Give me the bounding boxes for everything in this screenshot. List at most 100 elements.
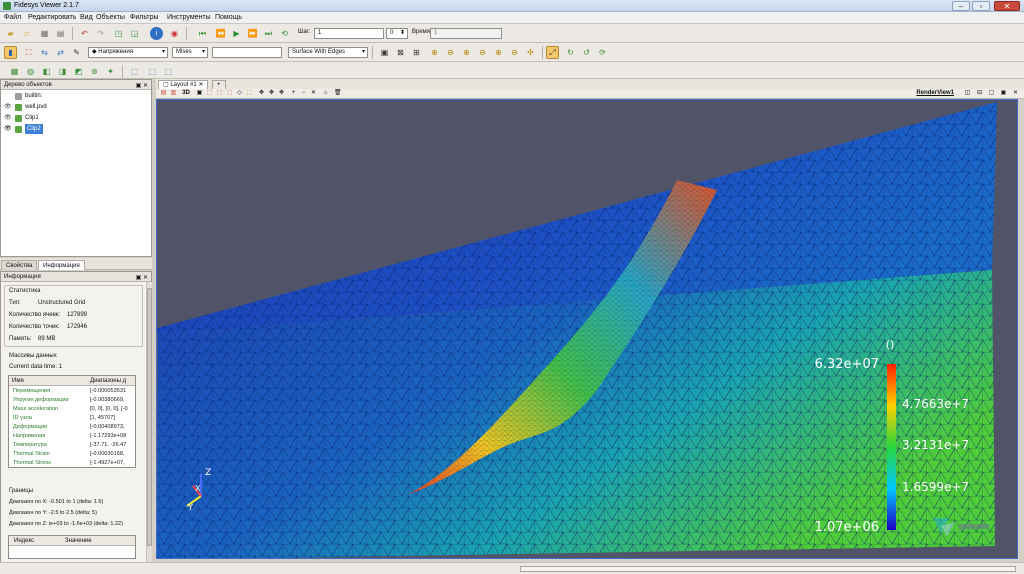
table-row[interactable]: Температура [-37.71, -26.47 — [9, 441, 129, 450]
view-plus-y-icon[interactable]: ⊕ — [460, 46, 473, 59]
hover-points-icon[interactable]: ✥ — [268, 90, 275, 97]
color-legend-icon[interactable]: ▮ — [4, 46, 17, 59]
zoom-data-icon[interactable]: ⊠ — [394, 46, 407, 59]
filter-input[interactable] — [212, 47, 282, 58]
menu-filters[interactable]: Фильтры — [130, 14, 159, 21]
camera-undo-icon[interactable]: ◳ — [112, 27, 125, 40]
eye-icon[interactable]: 👁 — [4, 102, 12, 112]
menu-help[interactable]: Помощь — [215, 14, 242, 21]
time-field[interactable]: 1 — [430, 28, 502, 39]
step-spinbox[interactable]: 0 ⬍ — [386, 28, 408, 39]
menu-view[interactable]: Вид — [80, 14, 93, 21]
save-state-icon[interactable]: ▦ — [38, 27, 51, 40]
table-row[interactable]: Деформации [-0.00408973, — [9, 423, 129, 432]
info-icon[interactable]: i — [150, 27, 163, 40]
view-close-icon[interactable]: ✕ — [1012, 90, 1019, 97]
reset-camera-icon[interactable]: ▣ — [378, 46, 391, 59]
view-plus-x-icon[interactable]: ⊕ — [428, 46, 441, 59]
view-plus-z-icon[interactable]: ⊕ — [492, 46, 505, 59]
tree-item-clip1[interactable]: 👁 Clip1 — [1, 113, 151, 123]
delete-view-icon[interactable]: 🗑 — [334, 90, 342, 97]
select-polygon-icon[interactable]: ◇ — [236, 90, 243, 97]
add-layout-tab-button[interactable]: + — [212, 80, 226, 89]
rescale-range-icon[interactable]: ⛶ — [22, 46, 35, 59]
representation-select[interactable]: Surface With Edges ▾ — [288, 47, 368, 58]
rotate-reset-icon[interactable]: ⟳ — [596, 46, 609, 59]
redo-icon[interactable]: ↷ — [94, 27, 107, 40]
view-minus-z-icon[interactable]: ⊖ — [508, 46, 521, 59]
hover-cells-icon[interactable]: ✥ — [278, 90, 285, 97]
last-frame-icon[interactable]: ⏭ — [262, 27, 275, 40]
view-split-h-icon[interactable]: ◫ — [964, 90, 971, 97]
next-frame-icon[interactable]: ⏩ — [246, 27, 259, 40]
view-restore-icon[interactable]: ▣ — [1000, 90, 1007, 97]
tree-item-builtin[interactable]: builtin: — [1, 91, 151, 101]
tree-item-clip2[interactable]: 👁 Clip2 — [1, 124, 151, 134]
rotate-90-ccw-icon[interactable]: ↺ — [580, 46, 593, 59]
3d-icon[interactable]: ◉ — [168, 27, 181, 40]
select-through-icon[interactable]: ⬚ — [216, 90, 223, 97]
view-minus-y-icon[interactable]: ⊖ — [476, 46, 489, 59]
view-maximize-icon[interactable]: ▢ — [988, 90, 995, 97]
pane-float-close-icon[interactable]: ▣ ✕ — [136, 81, 148, 91]
shrink-selection-icon[interactable]: − — [300, 90, 307, 97]
table-row[interactable]: Mass acceleration [0, 0], [0, 0], [-0 — [9, 405, 129, 414]
tab-information[interactable]: Информация — [38, 260, 85, 270]
extract-subset-icon[interactable]: ⊛ — [88, 65, 101, 78]
tree-item-well-pvd[interactable]: 👁 well.pvd — [1, 102, 151, 112]
column-value-header[interactable]: Значение — [65, 536, 92, 546]
maximize-button[interactable]: ▫ — [972, 1, 990, 11]
3d-toggle-button[interactable]: 3D — [180, 90, 192, 97]
table-row[interactable]: ID узла [1, 45707] — [9, 414, 129, 423]
select-cells-icon[interactable]: ⬚ — [128, 65, 141, 78]
clip-icon[interactable]: ◧ — [40, 65, 53, 78]
menu-objects[interactable]: Объекты — [96, 14, 125, 21]
open-recent-icon[interactable]: ▱ — [20, 27, 33, 40]
interaction-mode-icon[interactable]: ⤢ — [546, 46, 559, 59]
minimize-button[interactable]: – — [952, 1, 970, 11]
scrollbar-thumb[interactable] — [147, 288, 152, 546]
select-points-surface-icon[interactable]: ⬚ — [226, 90, 233, 97]
toggle-lock-icon[interactable]: ⌂ — [322, 90, 329, 97]
view-minus-x-icon[interactable]: ⊖ — [444, 46, 457, 59]
interactive-select-icon[interactable]: ✥ — [258, 90, 265, 97]
select-block-icon[interactable]: ⬚ — [162, 65, 175, 78]
play-icon[interactable]: ▶ — [230, 27, 243, 40]
rotate-90-cw-icon[interactable]: ↻ — [564, 46, 577, 59]
grow-selection-icon[interactable]: + — [290, 90, 297, 97]
capture-icon[interactable]: ▣ — [196, 90, 203, 97]
first-frame-icon[interactable]: ⏮ — [196, 27, 209, 40]
component-select[interactable]: Mises ▾ — [172, 47, 208, 58]
table-row[interactable]: Перемещения [-0.000053531 — [9, 387, 129, 396]
contour-icon[interactable]: ◍ — [24, 65, 37, 78]
menu-edit[interactable]: Редактировать — [28, 14, 76, 21]
undo-icon[interactable]: ↶ — [78, 27, 91, 40]
select-block-view-icon[interactable]: ⬚ — [246, 90, 253, 97]
view-isometric-icon[interactable]: ✣ — [524, 46, 537, 59]
colormap-editor-icon[interactable]: ✎ — [70, 46, 83, 59]
render-view[interactable]: () 6.32e+07 4.7663e+7 3.2131e+7 1.6599e+… — [156, 99, 1018, 559]
close-button[interactable]: ✕ — [994, 1, 1020, 11]
clear-selection-icon[interactable]: ✕ — [310, 90, 317, 97]
select-surface-icon[interactable]: ⬚ — [206, 90, 213, 97]
threshold-icon[interactable]: ◩ — [72, 65, 85, 78]
custom-range-icon[interactable]: ⇆ — [38, 46, 51, 59]
table-row[interactable]: Thermal Stress [-1.4927e+07, — [9, 459, 129, 468]
select-points-icon[interactable]: ⬚ — [146, 65, 159, 78]
tab-properties[interactable]: Свойства — [1, 260, 38, 270]
data-arrays-table[interactable]: Имя Диапазоны д Перемещения [-0.000053531… — [8, 375, 136, 468]
loop-icon[interactable]: ⟲ — [278, 27, 291, 40]
camera-redo-icon[interactable]: ◲ — [128, 27, 141, 40]
load-state-icon[interactable]: ▤ — [54, 27, 67, 40]
previous-frame-icon[interactable]: ⏪ — [214, 27, 227, 40]
table-row[interactable]: Thermal Strain [-0.00030168, — [9, 450, 129, 459]
slice-icon[interactable]: ◨ — [56, 65, 69, 78]
eye-icon[interactable]: 👁 — [4, 124, 12, 134]
split-horizontal-icon[interactable]: ▤ — [160, 90, 167, 97]
index-value-table[interactable]: Индекс Значение — [8, 535, 136, 559]
step-input[interactable]: 1 — [314, 28, 384, 39]
table-row[interactable]: Упругие деформации [-0.00380669, — [9, 396, 129, 405]
info-scrollbar[interactable] — [146, 282, 152, 572]
table-row[interactable]: Напряжения [-1.17293e+08 — [9, 432, 129, 441]
zoom-box-icon[interactable]: ⊞ — [410, 46, 423, 59]
